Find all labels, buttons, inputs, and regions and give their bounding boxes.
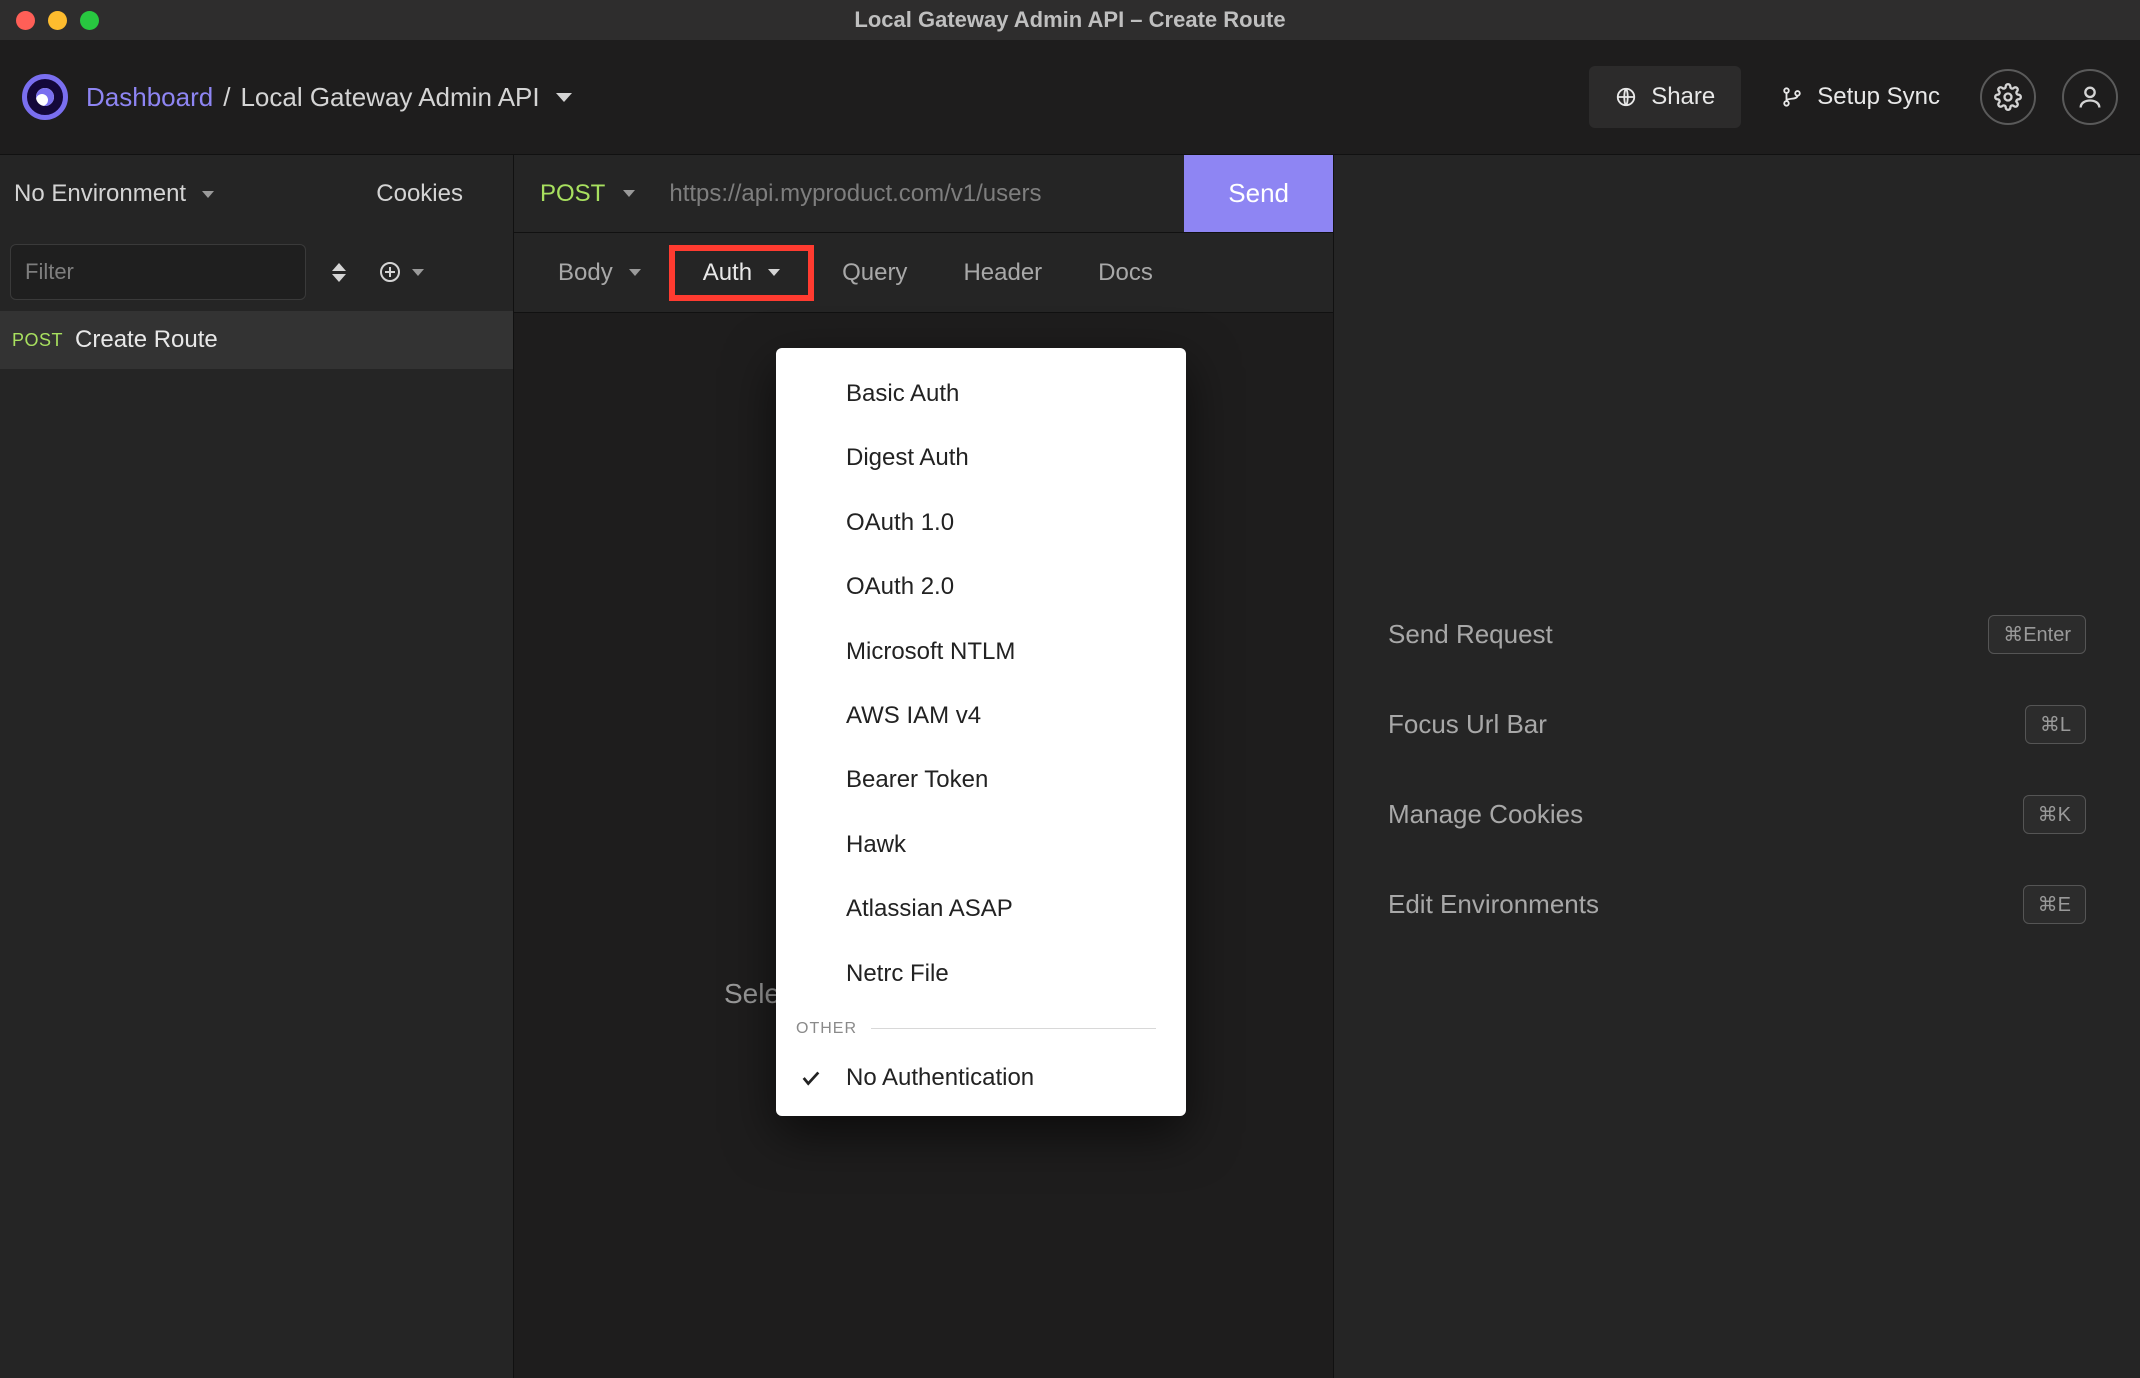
request-tabs: Body Auth Query Header Docs (514, 233, 1333, 313)
plus-circle-icon (380, 262, 400, 282)
chevron-down-icon (202, 191, 214, 198)
auth-option-bearer[interactable]: Bearer Token (776, 748, 1186, 812)
setup-sync-button[interactable]: Setup Sync (1767, 83, 1954, 111)
sort-icon (332, 263, 346, 282)
request-name: Create Route (75, 326, 218, 354)
other-label: OTHER (796, 1020, 857, 1038)
hint-focus-url: Focus Url Bar ⌘L (1388, 679, 2086, 769)
account-button[interactable] (2062, 69, 2118, 125)
auth-option-none-label: No Authentication (846, 1062, 1034, 1094)
dropdown-separator: OTHER (776, 1006, 1186, 1046)
setup-sync-label: Setup Sync (1817, 83, 1940, 111)
environment-label: No Environment (14, 180, 186, 208)
tab-label: Query (842, 259, 907, 287)
hint-label: Edit Environments (1388, 889, 1599, 920)
share-button[interactable]: Share (1589, 66, 1741, 128)
cookies-button[interactable]: Cookies (336, 180, 503, 208)
traffic-lights (0, 11, 99, 30)
gear-icon (1994, 83, 2022, 111)
chevron-down-icon[interactable] (556, 93, 572, 102)
url-bar: POST Send (514, 155, 1333, 233)
tab-docs[interactable]: Docs (1070, 245, 1181, 301)
window-titlebar: Local Gateway Admin API – Create Route (0, 0, 2140, 40)
hint-send-request: Send Request ⌘Enter (1388, 589, 2086, 679)
add-button[interactable] (372, 262, 432, 282)
chevron-down-icon (629, 269, 641, 276)
tab-header[interactable]: Header (935, 245, 1070, 301)
maximize-window-button[interactable] (80, 11, 99, 30)
auth-option-ntlm[interactable]: Microsoft NTLM (776, 620, 1186, 684)
tab-label: Docs (1098, 259, 1153, 287)
hint-manage-cookies: Manage Cookies ⌘K (1388, 769, 2086, 859)
auth-option-oauth1[interactable]: OAuth 1.0 (776, 491, 1186, 555)
top-nav: Dashboard / Local Gateway Admin API Shar… (0, 40, 2140, 155)
app-logo[interactable] (22, 74, 68, 120)
tab-query[interactable]: Query (814, 245, 935, 301)
auth-type-dropdown: Basic Auth Digest Auth OAuth 1.0 OAuth 2… (776, 348, 1186, 1116)
breadcrumb-separator: / (223, 82, 230, 113)
breadcrumb-dashboard[interactable]: Dashboard (86, 82, 213, 113)
close-window-button[interactable] (16, 11, 35, 30)
auth-option-asap[interactable]: Atlassian ASAP (776, 877, 1186, 941)
method-badge: POST (12, 330, 63, 351)
sort-button[interactable] (324, 263, 354, 282)
tab-body[interactable]: Body (530, 245, 669, 301)
breadcrumb: Dashboard / Local Gateway Admin API (86, 82, 572, 113)
keyboard-shortcut: ⌘E (2023, 885, 2086, 924)
keyboard-shortcut: ⌘Enter (1988, 615, 2086, 654)
auth-option-hawk[interactable]: Hawk (776, 813, 1186, 877)
hint-label: Manage Cookies (1388, 799, 1583, 830)
check-icon (800, 1067, 822, 1089)
sidebar: No Environment Cookies POST Create Route (0, 155, 514, 1378)
tab-label: Header (963, 259, 1042, 287)
tab-label: Body (558, 259, 613, 287)
share-label: Share (1651, 83, 1715, 111)
http-method-label: POST (540, 180, 605, 208)
auth-option-netrc[interactable]: Netrc File (776, 942, 1186, 1006)
auth-option-none[interactable]: No Authentication (776, 1046, 1186, 1110)
filter-input[interactable] (10, 244, 306, 300)
keyboard-shortcut: ⌘L (2025, 705, 2086, 744)
hint-label: Send Request (1388, 619, 1553, 650)
globe-icon (1615, 86, 1637, 108)
auth-option-digest[interactable]: Digest Auth (776, 426, 1186, 490)
minimize-window-button[interactable] (48, 11, 67, 30)
auth-option-basic[interactable]: Basic Auth (776, 362, 1186, 426)
tab-auth[interactable]: Auth (669, 245, 814, 301)
url-input[interactable] (661, 155, 1184, 232)
breadcrumb-project[interactable]: Local Gateway Admin API (240, 82, 539, 113)
chevron-down-icon (623, 190, 635, 197)
auth-option-oauth2[interactable]: OAuth 2.0 (776, 555, 1186, 619)
chevron-down-icon (412, 269, 424, 276)
tab-label: Auth (703, 259, 752, 287)
settings-button[interactable] (1980, 69, 2036, 125)
placeholder-text: Sele (724, 978, 780, 1010)
sidebar-request-item[interactable]: POST Create Route (0, 311, 513, 369)
user-icon (2076, 83, 2104, 111)
window-title: Local Gateway Admin API – Create Route (854, 7, 1285, 33)
auth-option-aws[interactable]: AWS IAM v4 (776, 684, 1186, 748)
environment-selector[interactable]: No Environment (10, 180, 336, 208)
hint-edit-env: Edit Environments ⌘E (1388, 859, 2086, 949)
send-button[interactable]: Send (1184, 155, 1333, 232)
response-panel: Send Request ⌘Enter Focus Url Bar ⌘L Man… (1334, 155, 2140, 1378)
keyboard-shortcut: ⌘K (2023, 795, 2086, 834)
http-method-selector[interactable]: POST (514, 155, 661, 232)
separator-line (871, 1028, 1156, 1029)
chevron-down-icon (768, 269, 780, 276)
branch-icon (1781, 86, 1803, 108)
hint-label: Focus Url Bar (1388, 709, 1547, 740)
